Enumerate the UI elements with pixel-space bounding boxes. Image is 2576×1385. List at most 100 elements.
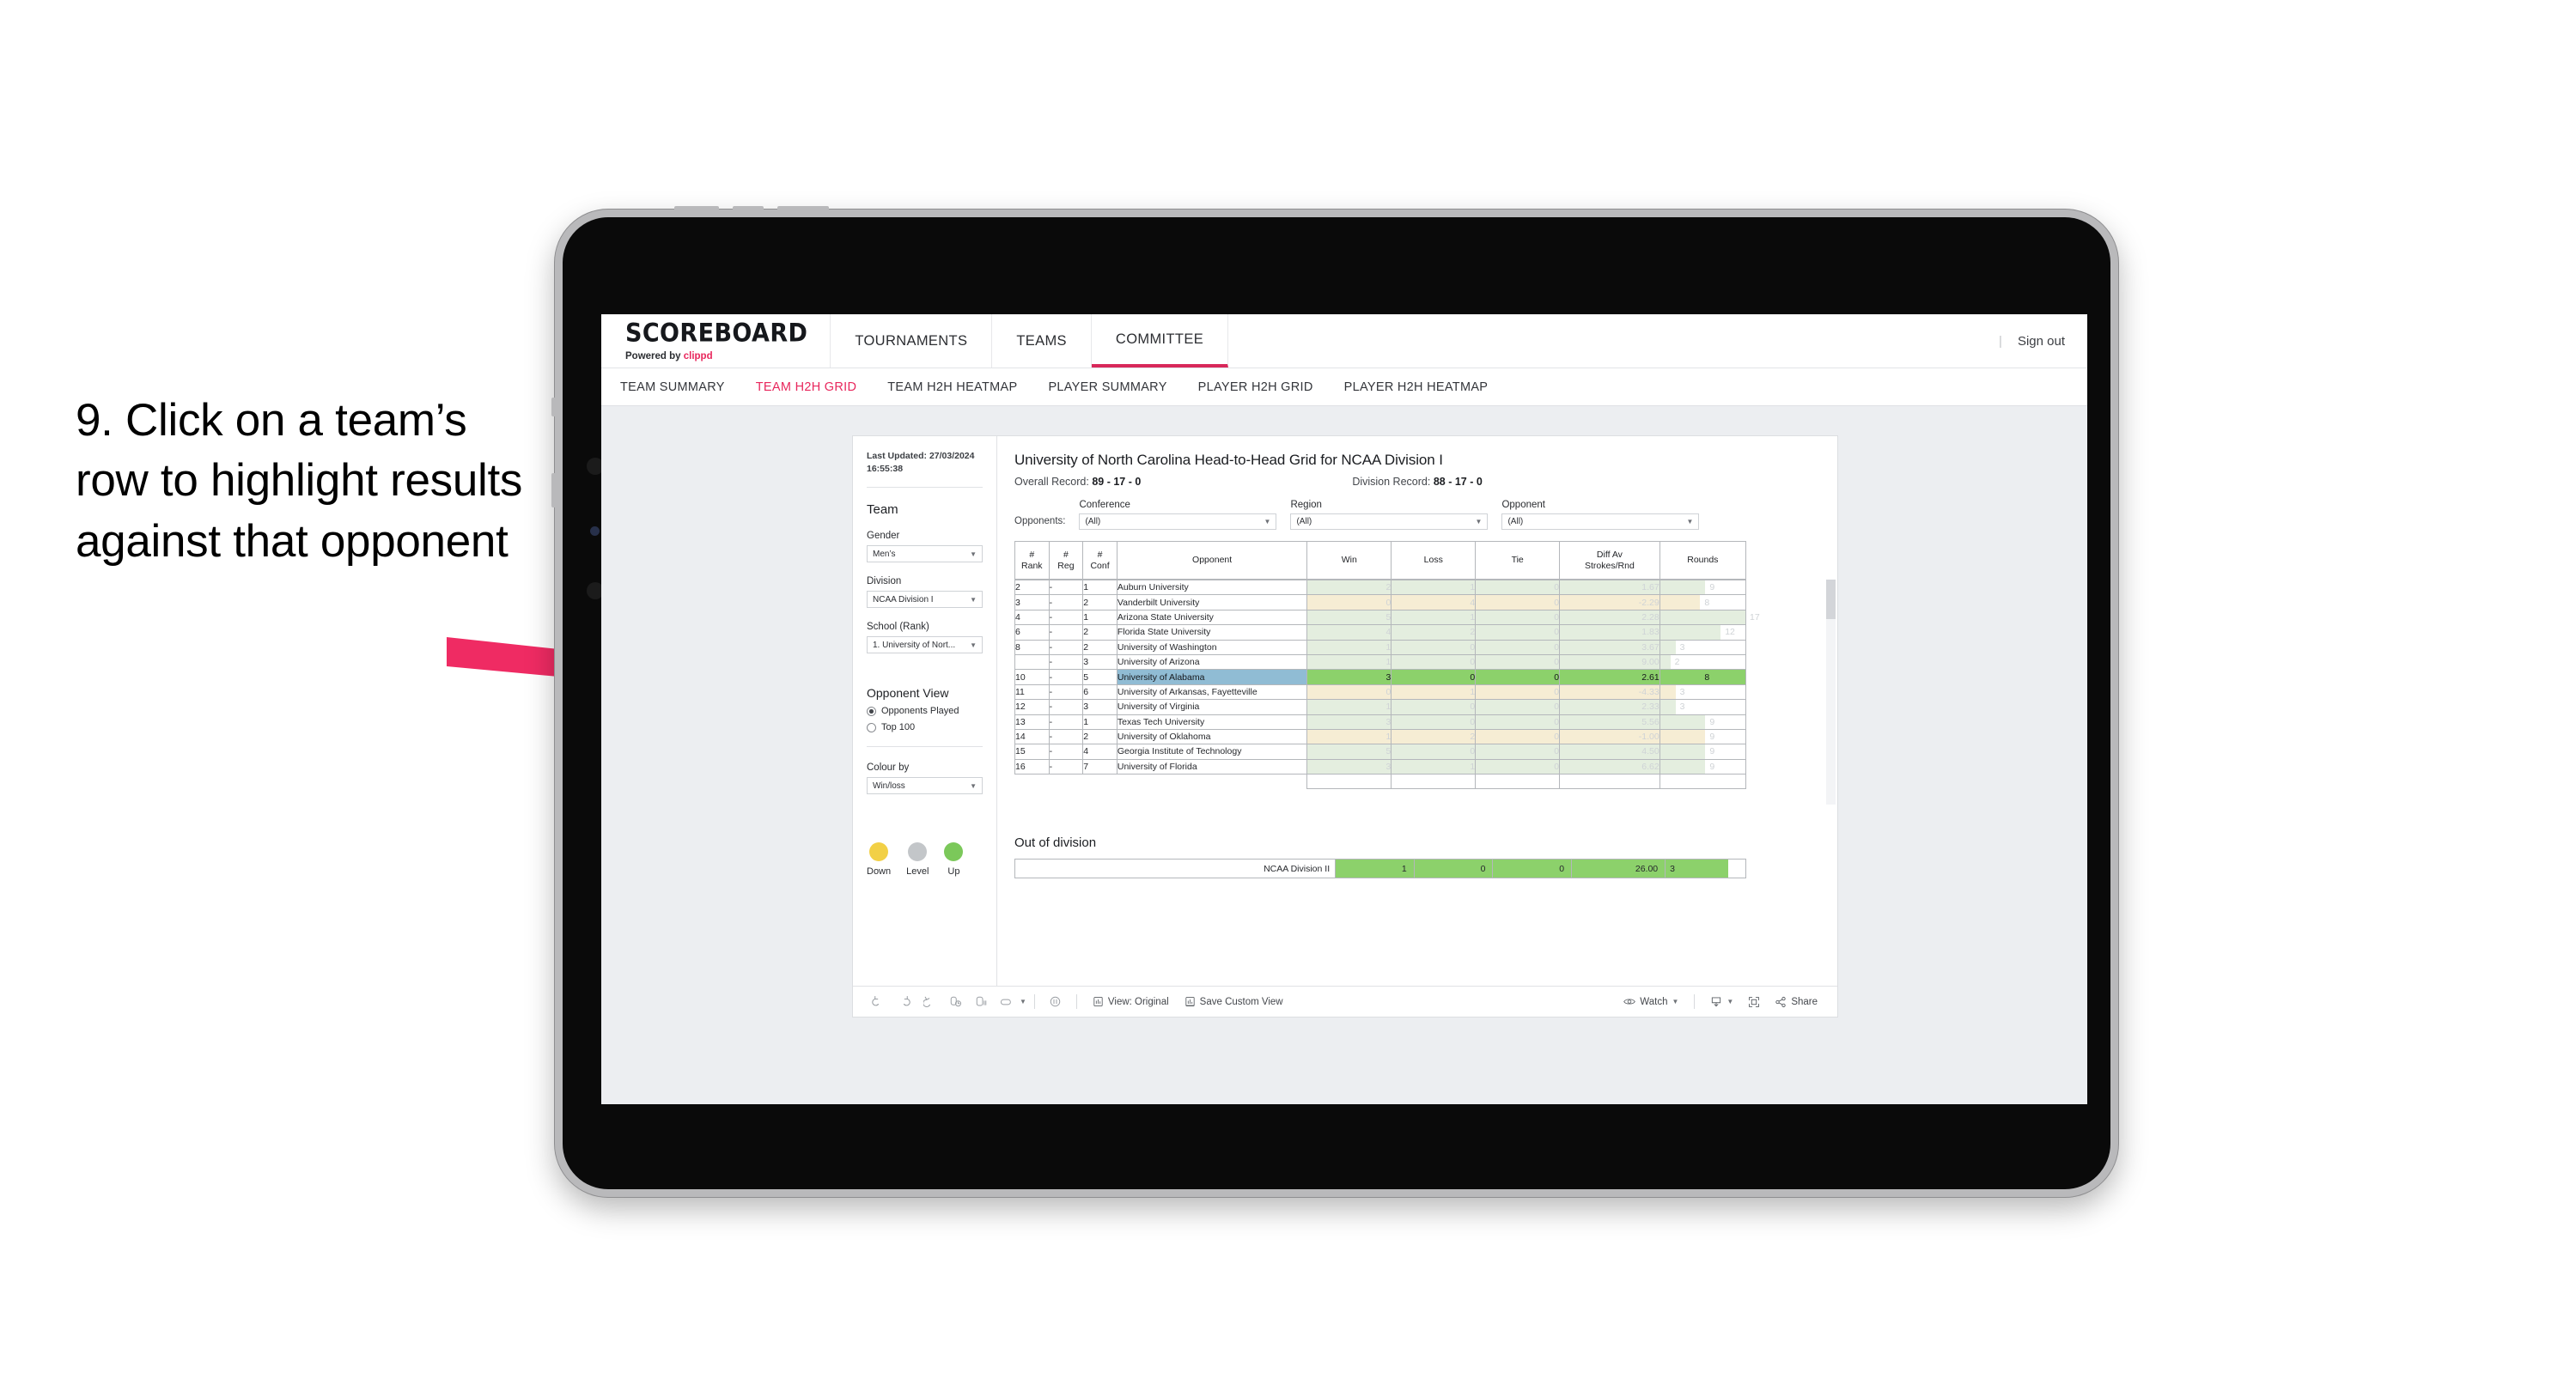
conference-filter-select[interactable]: (All) ▼ <box>1079 513 1277 530</box>
watch-button[interactable]: Watch ▼ <box>1616 996 1686 1007</box>
save-custom-view-button[interactable]: Save Custom View <box>1177 996 1291 1007</box>
brand-logo[interactable]: SCOREBOARD Powered by clippd <box>601 314 831 368</box>
chevron-down-icon: ▼ <box>1672 998 1679 1005</box>
device-button-top-3 <box>777 206 829 211</box>
subtab-team-h2h-grid[interactable]: TEAM H2H GRID <box>756 380 857 394</box>
subtab-player-summary[interactable]: PLAYER SUMMARY <box>1048 380 1166 394</box>
division-select[interactable]: NCAA Division I ▼ <box>867 591 983 609</box>
col-reg[interactable]: # Reg <box>1048 541 1084 580</box>
region-filter-value: (All) <box>1296 517 1312 526</box>
subtab-player-h2h-grid[interactable]: PLAYER H2H GRID <box>1198 380 1313 394</box>
col-tie[interactable]: Tie <box>1475 541 1561 580</box>
pause-data-icon[interactable] <box>968 989 994 1015</box>
sign-out-link[interactable]: Sign out <box>2018 334 2065 349</box>
school-rank-label: School (Rank) <box>867 622 929 633</box>
grid-scrollbar-thumb[interactable] <box>1826 580 1836 619</box>
out-of-division-heading: Out of division <box>1014 835 1097 850</box>
division-label: Division <box>867 576 902 587</box>
legend-label-up: Up <box>947 866 960 878</box>
colour-by-select[interactable]: Win/loss ▼ <box>867 777 983 795</box>
cell-tie: 0 <box>1475 609 1561 626</box>
table-row[interactable]: 15-4 Georgia Institute of Technology 5 0 0 4.… <box>1014 744 1747 760</box>
region-filter-label: Region <box>1290 500 1322 510</box>
share-button[interactable]: Share <box>1767 996 1825 1008</box>
undo-icon[interactable] <box>865 989 891 1015</box>
gender-select[interactable]: Men’s ▼ <box>867 545 983 563</box>
cell-diff: 5.56 <box>1559 714 1660 730</box>
out-of-division-table: NCAA Division II 1 0 0 26.00 3 <box>1014 859 1746 878</box>
view-shape-icon[interactable] <box>994 989 1020 1015</box>
cell-tie: 0 <box>1475 683 1561 701</box>
radio-opponents-played[interactable]: Opponents Played <box>867 706 983 716</box>
cell-rounds-value: 9 <box>1709 716 1715 727</box>
cell-win: 5 <box>1306 744 1392 760</box>
revert-icon[interactable] <box>917 989 942 1015</box>
share-label: Share <box>1791 996 1818 1007</box>
cell-rounds-value: 3 <box>1679 686 1685 697</box>
nav-tab-tournaments[interactable]: TOURNAMENTS <box>831 314 993 368</box>
cell-tie: 0 <box>1475 639 1561 655</box>
cell-win: 1 <box>1306 699 1392 715</box>
grid-vertical-scrollbar[interactable] <box>1826 580 1836 805</box>
region-filter-select[interactable]: (All) ▼ <box>1290 513 1489 530</box>
colour-legend: Down Level Up <box>867 842 983 889</box>
pause-auto-update-icon[interactable] <box>1043 989 1069 1015</box>
table-row[interactable]: -3 University of Arizona 1 0 0 9.00 2 <box>1014 653 1747 671</box>
cell-conf: 2 <box>1082 594 1117 610</box>
out-of-division-row[interactable]: NCAA Division II 1 0 0 26.00 3 <box>1014 859 1746 878</box>
table-row[interactable]: 14-2 University of Oklahoma 1 2 0 -1.00 9 <box>1014 728 1747 745</box>
table-row[interactable]: 3-2 Vanderbilt University 0 4 0 -2.29 8 <box>1014 594 1747 610</box>
save-custom-view-label: Save Custom View <box>1199 996 1283 1007</box>
opponent-filter-select[interactable]: (All) ▼ <box>1501 513 1700 530</box>
cell-rounds: 3 <box>1659 639 1747 655</box>
col-loss[interactable]: Loss <box>1391 541 1477 580</box>
cell-win: 1 <box>1306 728 1392 745</box>
chevron-down-icon[interactable]: ▼ <box>1020 998 1026 1005</box>
table-row[interactable]: 2-1 Auburn University 2 1 0 1.67 9 <box>1014 580 1747 596</box>
cell-rank: 14 <box>1014 728 1050 745</box>
radio-top-100[interactable]: Top 100 <box>867 722 983 732</box>
fullscreen-icon[interactable] <box>1741 989 1767 1015</box>
redo-icon[interactable] <box>891 989 917 1015</box>
cell-reg: - <box>1048 683 1084 701</box>
sub-navigation-bar: TEAM SUMMARY TEAM H2H GRID TEAM H2H HEAT… <box>601 368 2087 406</box>
col-diff-av-strokes[interactable]: Diff Av Strokes/Rnd <box>1559 541 1660 580</box>
refresh-data-icon[interactable] <box>942 989 968 1015</box>
cell-conf: 2 <box>1082 639 1117 655</box>
brand-subtitle-prefix: Powered by <box>625 351 684 361</box>
col-diff-l2: Strokes/Rnd <box>1585 560 1635 571</box>
table-row[interactable]: 11-6 University of Arkansas, Fayetteville… <box>1014 683 1747 701</box>
col-conf[interactable]: # Conf <box>1082 541 1117 580</box>
download-button[interactable]: ▼ <box>1702 996 1741 1008</box>
gender-value: Men’s <box>873 549 896 559</box>
h2h-grid-scroll-area[interactable]: 2-1 Auburn University 2 1 0 1.67 9 3-2 Vanderbil… <box>1014 580 1824 811</box>
nav-tab-teams[interactable]: TEAMS <box>992 314 1092 368</box>
table-row[interactable]: 16-7 University of Florida 3 1 0 6.62 9 <box>1014 758 1747 775</box>
nav-tab-committee[interactable]: COMMITTEE <box>1091 314 1229 368</box>
col-opponent[interactable]: Opponent <box>1116 541 1308 580</box>
radio-label-top-100: Top 100 <box>881 722 916 733</box>
table-row[interactable]: 10-5 University of Alabama 3 0 0 2.61 8 <box>1014 669 1747 685</box>
col-win[interactable]: Win <box>1306 541 1392 580</box>
table-row[interactable]: 4-1 Arizona State University 5 1 0 2.28 17 <box>1014 609 1760 626</box>
cell-reg: - <box>1048 609 1084 626</box>
cell-reg: - <box>1048 744 1084 760</box>
col-rank[interactable]: # Rank <box>1014 541 1050 580</box>
device-button-left-1 <box>551 398 557 416</box>
table-row[interactable]: 6-2 Florida State University 4 2 0 1.83 12 <box>1014 624 1747 641</box>
table-row[interactable]: 8-2 University of Washington 1 0 0 3.67 3 <box>1014 639 1747 655</box>
school-rank-select[interactable]: 1. University of Nort... ▼ <box>867 636 983 654</box>
workspace: Last Updated: 27/03/2024 16:55:38 Team G… <box>601 406 2087 1104</box>
radio-icon-selected <box>867 706 876 716</box>
subtab-team-summary[interactable]: TEAM SUMMARY <box>620 380 725 394</box>
subtab-team-h2h-heatmap[interactable]: TEAM H2H HEATMAP <box>887 380 1017 394</box>
cell-rank <box>1014 653 1050 671</box>
view-original-button[interactable]: View: Original <box>1085 996 1177 1007</box>
legend-dot-up <box>944 842 964 862</box>
table-row[interactable]: 13-1 Texas Tech University 3 0 0 5.56 9 <box>1014 714 1747 730</box>
col-rounds[interactable]: Rounds <box>1659 541 1747 580</box>
subtab-player-h2h-heatmap[interactable]: PLAYER H2H HEATMAP <box>1344 380 1489 394</box>
table-row[interactable]: 12-3 University of Virginia 1 0 0 2.33 3 <box>1014 699 1747 715</box>
cell-rounds: 9 <box>1659 744 1747 760</box>
cell-diff: 9.00 <box>1559 653 1660 671</box>
